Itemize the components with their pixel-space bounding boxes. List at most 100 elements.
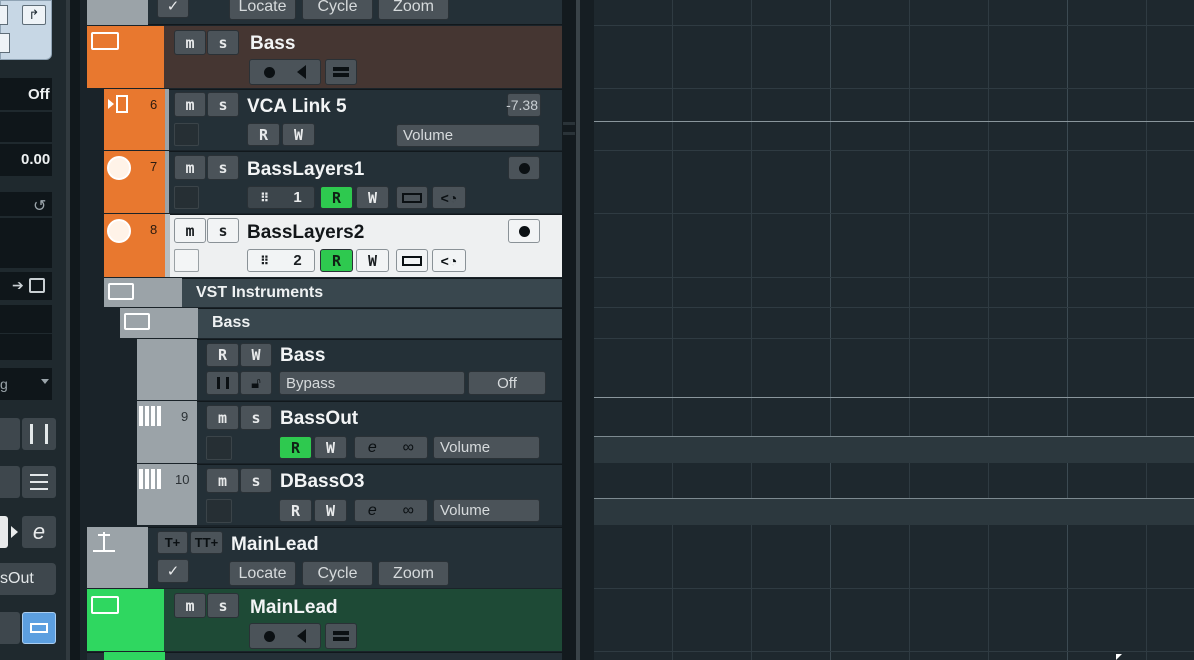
- write-automation-button[interactable]: W: [240, 343, 272, 367]
- edit-instrument-button[interactable]: e: [22, 516, 56, 548]
- read-automation-button[interactable]: R: [320, 249, 353, 272]
- solo-button[interactable]: s: [207, 155, 239, 180]
- track-checkbox[interactable]: [174, 123, 199, 146]
- chevron-down-icon[interactable]: [41, 379, 49, 384]
- mute-button[interactable]: m: [174, 218, 206, 243]
- mute-button[interactable]: m: [174, 30, 206, 55]
- zoom-button[interactable]: Zoom: [378, 561, 449, 586]
- midi-channel-selector[interactable]: ⠿ 2: [247, 249, 315, 272]
- track-name[interactable]: MainLead: [231, 534, 319, 556]
- bypass-value[interactable]: Off: [468, 371, 546, 395]
- record-monitor-group[interactable]: [249, 623, 321, 649]
- vca-value-field[interactable]: -7.38: [506, 93, 541, 117]
- time-warp-button[interactable]: <◔: [432, 186, 466, 209]
- solo-button[interactable]: s: [207, 218, 239, 243]
- track-name[interactable]: Bass: [250, 33, 295, 55]
- write-automation-button[interactable]: W: [356, 186, 389, 209]
- automation-lane[interactable]: [594, 498, 1194, 525]
- lanes-button[interactable]: [325, 59, 357, 85]
- folder-open-icon[interactable]: [108, 283, 134, 300]
- event-display[interactable]: [594, 0, 1194, 660]
- scrollbar-thumb-mark[interactable]: [563, 122, 575, 125]
- track-checkbox[interactable]: [174, 249, 199, 272]
- inspector-field[interactable]: [0, 218, 52, 268]
- track-name[interactable]: MainLead: [250, 597, 338, 619]
- write-automation-button[interactable]: W: [282, 123, 315, 146]
- inspector-dropdown[interactable]: [0, 368, 52, 400]
- meter-icon-button[interactable]: [206, 371, 239, 395]
- track-name[interactable]: BassOut: [280, 408, 358, 430]
- track-name[interactable]: Bass: [280, 345, 325, 367]
- solo-button[interactable]: s: [240, 468, 272, 493]
- cycle-button[interactable]: Cycle: [302, 0, 373, 20]
- mute-button[interactable]: m: [206, 405, 239, 430]
- track-name[interactable]: VCA Link 5: [247, 96, 347, 118]
- folder-open-icon[interactable]: [124, 313, 150, 330]
- meter-icon-button[interactable]: [22, 418, 56, 450]
- add-marker-button[interactable]: T+: [157, 531, 188, 554]
- route-icon[interactable]: ↱: [22, 5, 46, 25]
- record-enable-button[interactable]: [508, 219, 540, 243]
- add-cycle-marker-button[interactable]: TT+: [190, 531, 223, 554]
- window-toggle-button[interactable]: [0, 33, 10, 53]
- mute-button[interactable]: m: [174, 155, 206, 180]
- inspector-field[interactable]: [0, 305, 52, 333]
- time-warp-button[interactable]: <◔: [432, 249, 466, 272]
- folder-name[interactable]: VST Instruments: [196, 284, 323, 302]
- monitor-toggle-button[interactable]: [22, 612, 56, 644]
- solo-button[interactable]: s: [207, 593, 239, 618]
- play-triangle-icon[interactable]: [11, 526, 18, 538]
- checkmark-icon[interactable]: ✓: [157, 559, 189, 583]
- edit-channel-button[interactable]: e ∞: [354, 499, 428, 522]
- mute-button[interactable]: m: [174, 92, 206, 117]
- read-automation-button[interactable]: R: [206, 343, 239, 367]
- track-name[interactable]: BassLayers1: [247, 159, 364, 181]
- automation-parameter[interactable]: Volume: [433, 436, 540, 459]
- reset-icon[interactable]: ↺: [33, 196, 46, 216]
- zoom-button[interactable]: Zoom: [378, 0, 449, 20]
- edit-channel-button[interactable]: e ∞: [354, 436, 428, 459]
- automation-parameter[interactable]: Bypass: [279, 371, 465, 395]
- solo-button[interactable]: s: [240, 405, 272, 430]
- track-checkbox[interactable]: [206, 499, 232, 523]
- read-automation-button[interactable]: R: [247, 123, 280, 146]
- locate-button[interactable]: Locate: [229, 0, 296, 20]
- read-automation-button[interactable]: R: [279, 436, 312, 459]
- folder-open-icon[interactable]: [91, 596, 119, 614]
- record-monitor-group[interactable]: [249, 59, 321, 85]
- automation-parameter[interactable]: Volume: [433, 499, 540, 522]
- chord-track-button[interactable]: [396, 249, 428, 272]
- mute-button[interactable]: m: [174, 593, 206, 618]
- solo-button[interactable]: s: [207, 30, 239, 55]
- automation-lane[interactable]: [594, 436, 1194, 463]
- track-checkbox[interactable]: [174, 186, 199, 209]
- lock-icon[interactable]: 🔓︎: [240, 371, 272, 395]
- lanes-button[interactable]: [325, 623, 357, 649]
- solo-button[interactable]: s: [207, 92, 239, 117]
- write-automation-button[interactable]: W: [314, 499, 347, 522]
- track-checkbox[interactable]: [206, 436, 232, 460]
- read-automation-button[interactable]: R: [279, 499, 312, 522]
- track-name[interactable]: DBassO3: [280, 471, 365, 493]
- scrollbar-thumb-mark[interactable]: [563, 132, 575, 135]
- write-automation-button[interactable]: W: [314, 436, 347, 459]
- automation-parameter[interactable]: Volume: [396, 124, 540, 147]
- inspector-button[interactable]: [0, 516, 8, 548]
- locate-button[interactable]: Locate: [229, 561, 296, 586]
- midi-channel-selector[interactable]: ⠿ 1: [247, 186, 315, 209]
- routing-toggle-button[interactable]: [0, 5, 8, 25]
- inspector-field[interactable]: [0, 334, 52, 360]
- folder-name[interactable]: Bass: [212, 314, 250, 332]
- track-list-scrollbar[interactable]: [562, 0, 576, 660]
- record-enable-button[interactable]: [508, 156, 540, 180]
- inspector-button[interactable]: [0, 612, 20, 644]
- mute-button[interactable]: m: [206, 468, 239, 493]
- write-automation-button[interactable]: W: [356, 249, 389, 272]
- chord-track-button[interactable]: [396, 186, 428, 209]
- track-name[interactable]: BassLayers2: [247, 222, 364, 244]
- eq-settings-button[interactable]: [22, 466, 56, 498]
- checkmark-icon[interactable]: ✓: [157, 0, 189, 18]
- keyboard-icon[interactable]: [29, 278, 45, 293]
- inspector-button[interactable]: [0, 418, 20, 450]
- folder-open-icon[interactable]: [91, 32, 119, 50]
